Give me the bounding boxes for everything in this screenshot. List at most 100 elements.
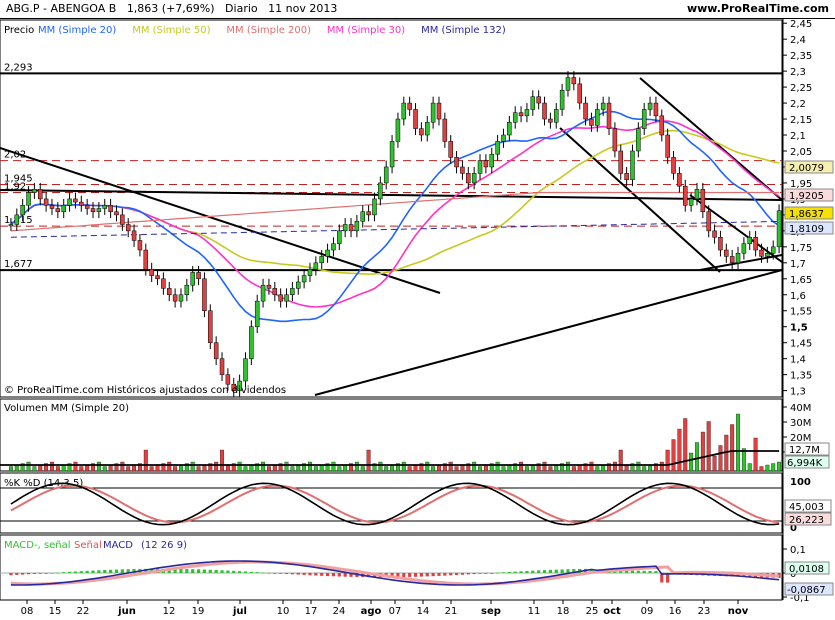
macd-hist-bar (484, 573, 488, 574)
macd-hist-bar (548, 569, 552, 573)
candle-body (372, 198, 377, 216)
volume-bar (448, 461, 453, 472)
candle-body (589, 118, 594, 126)
volume-title: Volumen MM (Simple 20) (4, 403, 129, 414)
volume-bar (190, 461, 195, 472)
candle-body (688, 198, 694, 206)
candle-body (278, 294, 283, 302)
macd-hist-bar (449, 573, 453, 576)
macd-hist-bar (26, 573, 31, 575)
candle-body (8, 224, 14, 227)
volume-bar (313, 466, 318, 472)
candle-body (630, 150, 635, 180)
candle-body (254, 300, 260, 327)
volume-bar (753, 437, 758, 472)
volume-bar (495, 461, 500, 472)
macd-hist-bar (337, 573, 341, 577)
volume-bar (73, 461, 78, 472)
volume-bar (50, 461, 54, 472)
legend-prefix: Precio (4, 25, 34, 36)
volume-bar (196, 466, 201, 472)
macd-hist-bar (507, 571, 511, 573)
candle-body (413, 109, 418, 129)
candle-body (108, 205, 113, 212)
candle-body (583, 102, 588, 120)
volume-bar (595, 466, 600, 472)
x-tick-label: nov (728, 606, 749, 617)
candle-body (735, 252, 741, 264)
candle-body (636, 128, 641, 152)
price-tick-label: 1,95 (790, 179, 812, 190)
candle-body (20, 205, 25, 216)
candle-body (677, 173, 682, 187)
macd-hist-bar (21, 573, 25, 575)
volume-bar (378, 461, 383, 472)
volume-bar (683, 418, 688, 472)
volume-bar (243, 466, 248, 472)
macd-hist-bar (73, 571, 78, 573)
x-tick-label: 14 (417, 606, 430, 617)
volume-bar (695, 442, 699, 472)
price-tick-label: 1,5 (790, 323, 808, 334)
stock-chart[interactable]: 2,452,42,352,32,252,22,152,12,0521,951,9… (0, 0, 835, 620)
macd-hist-bar (431, 573, 435, 577)
x-tick-label: jul (232, 606, 247, 617)
volume-bar (612, 461, 617, 472)
volume-bar (777, 461, 782, 472)
volume-bar (261, 461, 266, 472)
price-tag: 1,8109 (789, 224, 824, 235)
candle-body (653, 102, 659, 117)
macd-title-b: Señal (74, 540, 102, 551)
candle-body (548, 118, 553, 123)
legend-item: MM (Simple 20) (38, 25, 116, 36)
candle-body (114, 211, 119, 216)
volume-bar (671, 439, 676, 472)
candle-body (96, 208, 102, 212)
candle-body (389, 141, 395, 168)
price-tick-label: 1,6 (790, 291, 806, 302)
candle-body (395, 118, 401, 142)
macd-hist-bar (648, 571, 652, 573)
x-tick-label: 15 (49, 606, 62, 617)
volume-bar (220, 449, 224, 472)
macd-hist-bar (120, 569, 124, 573)
macd-hist-bar (525, 570, 529, 573)
candle-body (595, 109, 600, 126)
macd-hist-bar (302, 573, 306, 575)
candle-body (26, 192, 31, 206)
candle-body (243, 358, 248, 382)
candle-body (342, 224, 348, 232)
macd-hist-bar (249, 571, 253, 573)
candle-body (67, 198, 72, 206)
candle-body (14, 214, 20, 225)
volume-bar (32, 466, 37, 472)
candle-body (219, 358, 225, 375)
volume-bar (96, 461, 101, 472)
macd-hist-bar (44, 573, 48, 574)
candle-body (741, 243, 747, 254)
candle-body (149, 268, 154, 276)
price-tick-label: 1,7 (790, 259, 806, 270)
price-tag: 1,8637 (789, 209, 824, 220)
candle-body (536, 96, 541, 104)
macd-hist-bar (408, 573, 412, 577)
macd-hist-bar (79, 571, 83, 573)
macd-hist-bar (460, 573, 465, 575)
candle-body (618, 150, 623, 174)
volume-bar (454, 466, 459, 472)
candle-body (700, 189, 706, 212)
candle-body (325, 249, 330, 257)
macd-hist-bar (466, 573, 470, 575)
legend-item: MM (Simple 200) (226, 25, 311, 36)
price-tick-label: 1,75 (790, 243, 812, 254)
x-tick-label: 23 (698, 606, 711, 617)
macd-hist-bar (238, 571, 242, 573)
candle-body (624, 173, 629, 180)
volume-bar (519, 461, 524, 472)
x-tick-label: 22 (77, 606, 90, 617)
macd-hist-bar (185, 569, 189, 573)
candle-body (102, 205, 107, 209)
macd-hist-bar (425, 573, 429, 577)
macd-hist-bar (273, 573, 277, 574)
macd-hist-bar (191, 569, 195, 573)
